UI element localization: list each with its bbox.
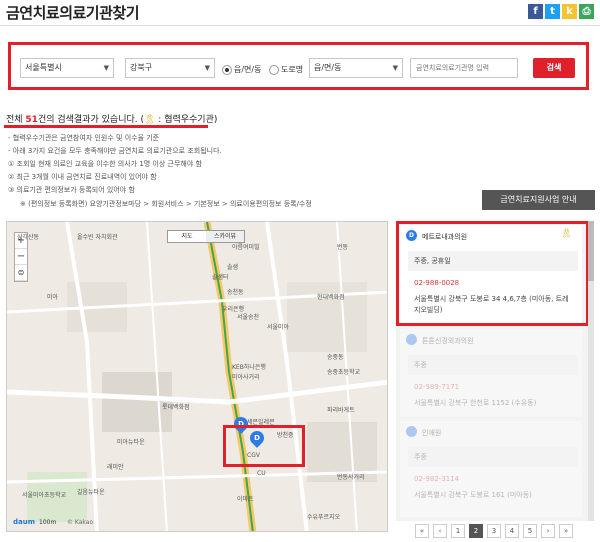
map-label: 송천동 bbox=[227, 289, 244, 296]
map-type-map[interactable]: 지도 bbox=[168, 231, 206, 242]
scrollbar-thumb[interactable] bbox=[588, 221, 594, 281]
radio-eupmyeondong[interactable] bbox=[222, 65, 232, 75]
page-button[interactable]: 4 bbox=[505, 524, 519, 538]
result-item[interactable]: 인애원주중 02-982-3114 서울특별시 강북구 도봉로 161 (미아동) bbox=[400, 421, 582, 517]
note-3: ① 조회일 현재 의료인 교육을 이수한 의사가 1명 이상 근무해야 함 bbox=[8, 160, 202, 168]
title-divider bbox=[0, 25, 600, 26]
map-label: 서울미아초등학교 bbox=[22, 492, 67, 499]
map-label: 솔샘 bbox=[227, 264, 239, 271]
page-title: 금연치료의료기관찾기 bbox=[6, 4, 140, 22]
result-count: 51 bbox=[25, 115, 38, 125]
map-label: 파리바게트 bbox=[327, 407, 355, 414]
map-label: 현대백화점 bbox=[317, 294, 345, 301]
guide-button[interactable]: 금연치료지원사업 안내 bbox=[482, 190, 595, 210]
page-button[interactable]: 2 bbox=[469, 524, 483, 538]
clinic-name[interactable]: 튼튼신경외과의원 bbox=[422, 336, 474, 346]
sido-select[interactable]: 서울특별시 ▼ bbox=[20, 58, 114, 78]
chevron-down-icon: ▼ bbox=[103, 64, 109, 72]
award-icon: 🎗 bbox=[144, 115, 156, 125]
map-label: CU bbox=[257, 470, 266, 477]
kakaostory-icon[interactable]: k bbox=[562, 4, 577, 19]
result-item[interactable]: 튼튼신경외과의원주중 02-989-7171 서울특별시 강북구 한천로 1152 … bbox=[400, 329, 582, 417]
clinic-marker-icon bbox=[406, 334, 417, 345]
map[interactable]: + − ⊜ 지도 스카이뷰 삼각산동 아름여미빌 솔샘터 송천동 우리은행 서울송천 KEB… bbox=[6, 221, 388, 532]
twitter-icon[interactable]: t bbox=[545, 4, 560, 19]
radio-eupmyeondong-label: 읍/면/동 bbox=[234, 65, 262, 74]
page-button[interactable]: ‹ bbox=[433, 524, 447, 538]
clinic-days: 주중 bbox=[408, 355, 578, 375]
page-button[interactable]: 5 bbox=[523, 524, 537, 538]
clinic-address: 서울특별시 강북구 도봉로 161 (미아동) bbox=[414, 491, 532, 499]
map-label: 번동사거리 bbox=[337, 474, 365, 481]
sigungu-select[interactable]: 강북구 ▼ bbox=[125, 58, 215, 78]
zoom-out-button[interactable]: − bbox=[15, 249, 27, 265]
map-type-sky[interactable]: 스카이뷰 bbox=[206, 231, 244, 242]
search-input[interactable] bbox=[410, 58, 518, 78]
map-label: 서울송천 bbox=[237, 314, 260, 321]
map-label: 아름여미빌 bbox=[232, 244, 260, 251]
note-2: - 아래 3가지 요건을 모두 충족해야만 금연치료 의료기관으로 조회됩니다. bbox=[8, 147, 222, 155]
sido-value: 서울특별시 bbox=[25, 63, 62, 72]
clinic-phone: 02-982-3114 bbox=[414, 475, 460, 483]
map-label: 래미안 bbox=[107, 464, 124, 471]
clinic-phone: 02-989-7171 bbox=[414, 383, 460, 391]
clinic-name[interactable]: 인애원 bbox=[422, 428, 441, 438]
dong-select[interactable]: 읍/면/동 ▼ bbox=[309, 58, 403, 78]
map-label: 삼각산동 bbox=[17, 234, 40, 241]
page-button[interactable]: » bbox=[559, 524, 573, 538]
note-4: ② 최근 3개월 이내 금연치료 진료내역이 있어야 함 bbox=[8, 173, 157, 181]
map-label: 서울미아 bbox=[267, 324, 290, 331]
page-button[interactable]: › bbox=[541, 524, 555, 538]
note-5: ③ 의료기관 편의정보가 등록되어 있어야 함 bbox=[8, 186, 135, 194]
clinic-address: 서울특별시 강북구 한천로 1152 (수유동) bbox=[414, 399, 537, 407]
search-button[interactable]: 검색 bbox=[533, 58, 575, 78]
radio-road-label: 도로명 bbox=[281, 65, 304, 74]
page-button[interactable]: 3 bbox=[487, 524, 501, 538]
result-underline bbox=[4, 125, 208, 128]
map-scale: 100m bbox=[39, 519, 57, 526]
result-highlight bbox=[396, 221, 589, 326]
map-label: 올수빈 자치회관 bbox=[77, 234, 118, 241]
note-1: - 협력우수기관은 금연참여자 인원수 및 이수율 기준 bbox=[8, 134, 160, 142]
sigungu-value: 강북구 bbox=[130, 63, 153, 72]
map-copyright: © Kakao bbox=[67, 519, 94, 526]
map-label: 송중초등학교 bbox=[327, 369, 361, 376]
page-button[interactable]: 1 bbox=[451, 524, 465, 538]
map-label: 미아뉴타운 bbox=[117, 439, 145, 446]
facebook-icon[interactable]: f bbox=[528, 4, 543, 19]
map-roads bbox=[7, 222, 387, 531]
chevron-down-icon: ▼ bbox=[392, 64, 398, 72]
result-legend: : 협력우수기관) bbox=[155, 115, 218, 125]
map-label: 미아 bbox=[47, 294, 59, 301]
map-settings-icon[interactable]: ⊜ bbox=[15, 265, 27, 281]
page-button[interactable]: « bbox=[415, 524, 429, 538]
map-label: 이마트 bbox=[237, 496, 254, 503]
print-icon[interactable]: ⎙ bbox=[579, 4, 594, 19]
map-label: 미아사거리 bbox=[232, 374, 260, 381]
note-6: ※ (편의정보 등록화면) 요양기관정보마당 > 회원서비스 > 기본정보 > … bbox=[20, 200, 312, 208]
result-scrollbar[interactable] bbox=[588, 221, 594, 521]
map-label: KEB하나은행 bbox=[232, 364, 266, 371]
clinic-days: 주중 bbox=[408, 447, 578, 467]
dong-value: 읍/면/동 bbox=[314, 63, 342, 72]
map-label: 번동 bbox=[337, 244, 349, 251]
radio-road[interactable] bbox=[269, 65, 279, 75]
map-label: 롯데백화점 bbox=[162, 404, 190, 411]
map-label: 길음뉴타운 bbox=[77, 489, 105, 496]
map-highlight bbox=[223, 425, 305, 467]
map-label: 송중동 bbox=[327, 354, 344, 361]
result-prefix: 전체 bbox=[6, 115, 26, 125]
search-panel: 서울특별시 ▼ 강북구 ▼ 읍/면/동 도로명 읍/면/동 ▼ 검색 bbox=[8, 42, 589, 90]
map-brand: daum bbox=[13, 518, 36, 526]
chevron-down-icon: ▼ bbox=[204, 64, 210, 72]
result-suffix: 건의 검색결과가 있습니다. ( bbox=[37, 115, 144, 125]
clinic-marker-icon bbox=[406, 426, 417, 437]
map-label: 솔샘터 bbox=[212, 274, 229, 281]
map-label: 수유푸르지오 bbox=[307, 514, 341, 521]
result-count-line: 전체 51건의 검색결과가 있습니다. (🎗 : 협력우수기관) bbox=[6, 112, 217, 125]
